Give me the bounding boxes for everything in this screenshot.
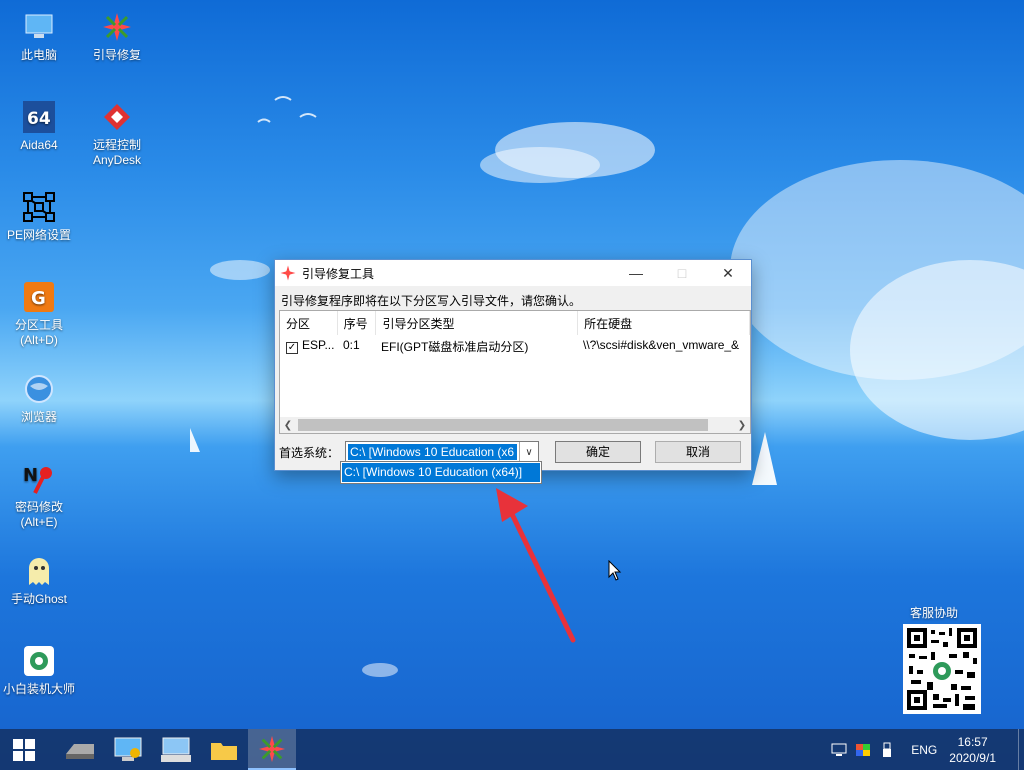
password-icon: N bbox=[22, 462, 56, 496]
cell-type: EFI(GPT磁盘标准启动分区) bbox=[381, 340, 529, 354]
row-checkbox[interactable]: ✓ bbox=[286, 342, 298, 354]
xiaobai-icon bbox=[22, 644, 56, 678]
dialog-message: 引导修复程序即将在以下分区写入引导文件，请您确认。 bbox=[281, 294, 582, 308]
display-tray-icon[interactable] bbox=[854, 741, 872, 759]
system-select-row: 首选系统： C:\ [Windows 10 Education (x6 ∨ 确定… bbox=[279, 441, 742, 463]
usb-tray-icon[interactable] bbox=[878, 741, 896, 759]
close-button[interactable]: ✕ bbox=[705, 260, 751, 286]
scroll-right-icon[interactable]: ❯ bbox=[734, 420, 750, 431]
column-header-index[interactable]: 序号 bbox=[338, 311, 377, 335]
computer-manage-icon bbox=[114, 737, 142, 761]
desktop-icon-label: 密码修改 bbox=[14, 500, 63, 514]
ok-button[interactable]: 确定 bbox=[555, 441, 642, 463]
system-combobox[interactable]: C:\ [Windows 10 Education (x6 ∨ bbox=[345, 441, 540, 463]
drive-icon bbox=[66, 743, 94, 759]
svg-text:G: G bbox=[31, 288, 46, 309]
list-item[interactable]: ✓ ESP... 0:1 EFI(GPT磁盘标准启动分区) \\?\scsi#di… bbox=[280, 335, 750, 357]
dialog-titlebar[interactable]: 引导修复工具 — □ ✕ bbox=[275, 260, 751, 286]
clock-date: 2020/9/1 bbox=[949, 750, 996, 765]
aida64-icon: 64 bbox=[22, 100, 56, 134]
desktop-icon-password-change[interactable]: N 密码修改 (Alt+E) bbox=[0, 462, 78, 530]
maximize-button: □ bbox=[659, 260, 705, 286]
taskbar-app-folder[interactable] bbox=[200, 729, 248, 770]
svg-text:64: 64 bbox=[27, 109, 51, 129]
taskbar-app-drive[interactable] bbox=[56, 729, 104, 770]
desktop-icon-this-pc[interactable]: 此电脑 bbox=[0, 10, 78, 63]
desktop-icon-label: Aida64 bbox=[20, 138, 58, 152]
desktop-icon-label: 分区工具 bbox=[14, 318, 63, 332]
qr-label: 客服协助 bbox=[910, 606, 959, 620]
horizontal-scrollbar[interactable]: ❮ ❯ bbox=[280, 417, 750, 433]
taskbar-app-computer-manage[interactable] bbox=[104, 729, 152, 770]
qr-code bbox=[903, 624, 981, 714]
taskbar-app-boot-repair[interactable] bbox=[248, 729, 296, 770]
taskbar-app-keyboard[interactable] bbox=[152, 729, 200, 770]
minimize-icon: — bbox=[629, 265, 643, 281]
language-indicator[interactable]: ENG bbox=[911, 743, 937, 757]
close-icon: ✕ bbox=[722, 264, 734, 281]
browser-icon bbox=[22, 372, 56, 406]
svg-text:N: N bbox=[23, 465, 38, 486]
desktop-icon-label: 引导修复 bbox=[92, 48, 141, 62]
cancel-button[interactable]: 取消 bbox=[655, 441, 742, 463]
desktop-icon-xiaobai[interactable]: 小白装机大师 bbox=[0, 644, 78, 697]
column-header-partition[interactable]: 分区 bbox=[280, 311, 338, 335]
list-header: 分区 序号 引导分区类型 所在硬盘 bbox=[280, 311, 750, 335]
annotation-arrow bbox=[496, 488, 576, 643]
clock-time: 16:57 bbox=[957, 734, 988, 749]
taskbar: ENG 16:57 2020/9/1 bbox=[0, 729, 1024, 770]
desktop-icon-manual-ghost[interactable]: 手动Ghost bbox=[0, 554, 78, 607]
column-header-disk[interactable]: 所在硬盘 bbox=[578, 311, 750, 335]
desktop-icon-label: 手动Ghost bbox=[10, 592, 68, 606]
boot-repair-dialog: 引导修复工具 — □ ✕ 引导修复程序即将在以下分区写入引导文件，请您确认。 分… bbox=[274, 259, 752, 471]
scroll-left-icon[interactable]: ❮ bbox=[280, 420, 296, 431]
system-label: 首选系统： bbox=[279, 445, 340, 460]
anydesk-icon bbox=[100, 100, 134, 134]
desktop-icon-label-2: (Alt+E) bbox=[20, 515, 58, 529]
system-tray: ENG 16:57 2020/9/1 bbox=[827, 729, 1024, 770]
system-combobox-value: C:\ [Windows 10 Education (x6 bbox=[348, 444, 518, 460]
cell-disk: \\?\scsi#disk&ven_vmware_& bbox=[583, 338, 740, 352]
clock[interactable]: 16:57 2020/9/1 bbox=[949, 734, 996, 766]
desktop-icon-label: 小白装机大师 bbox=[2, 682, 75, 696]
desktop-icon-label: 远程控制 bbox=[92, 138, 141, 152]
dialog-title: 引导修复工具 bbox=[302, 266, 375, 281]
scroll-thumb[interactable] bbox=[298, 419, 708, 431]
network-tray-icon[interactable] bbox=[830, 741, 848, 759]
partition-icon: G bbox=[22, 280, 56, 314]
folder-icon bbox=[211, 742, 237, 760]
network-icon bbox=[22, 190, 56, 224]
column-header-type[interactable]: 引导分区类型 bbox=[376, 311, 579, 335]
desktop-icon-partition-tool[interactable]: G 分区工具 (Alt+D) bbox=[0, 280, 78, 348]
computer-icon bbox=[22, 10, 56, 44]
cell-partition: ESP... bbox=[302, 338, 335, 352]
maximize-icon: □ bbox=[677, 265, 687, 281]
start-icon bbox=[13, 738, 35, 761]
desktop-icon-label: 浏览器 bbox=[20, 410, 57, 424]
partition-list[interactable]: 分区 序号 引导分区类型 所在硬盘 ✓ ESP... 0:1 EFI(GPT磁盘标… bbox=[279, 310, 751, 434]
mouse-cursor-icon bbox=[608, 560, 622, 581]
desktop-icon-label: 此电脑 bbox=[20, 48, 57, 62]
desktop-icon-pe-network[interactable]: PE网络设置 bbox=[0, 190, 78, 243]
ghost-icon bbox=[22, 554, 56, 588]
keyboard-icon bbox=[161, 737, 191, 762]
show-desktop-button[interactable] bbox=[1018, 729, 1024, 770]
boot-repair-icon bbox=[280, 265, 296, 281]
boot-repair-icon bbox=[258, 735, 286, 762]
desktop-icon-boot-repair[interactable]: 引导修复 bbox=[78, 10, 156, 63]
desktop-icon-browser[interactable]: 浏览器 bbox=[0, 372, 78, 425]
desktop-icon-anydesk[interactable]: 远程控制 AnyDesk bbox=[78, 100, 156, 168]
desktop-icon-aida64[interactable]: 64 Aida64 bbox=[0, 100, 78, 153]
cell-index: 0:1 bbox=[343, 338, 360, 352]
desktop-icon-label-2: AnyDesk bbox=[92, 153, 142, 167]
desktop-icon-label-2: (Alt+D) bbox=[20, 333, 58, 347]
boot-repair-icon bbox=[100, 10, 134, 44]
desktop-icon-label: PE网络设置 bbox=[6, 228, 71, 242]
chevron-down-icon[interactable]: ∨ bbox=[519, 442, 538, 462]
start-button[interactable] bbox=[0, 729, 48, 770]
minimize-button[interactable]: — bbox=[613, 260, 659, 286]
